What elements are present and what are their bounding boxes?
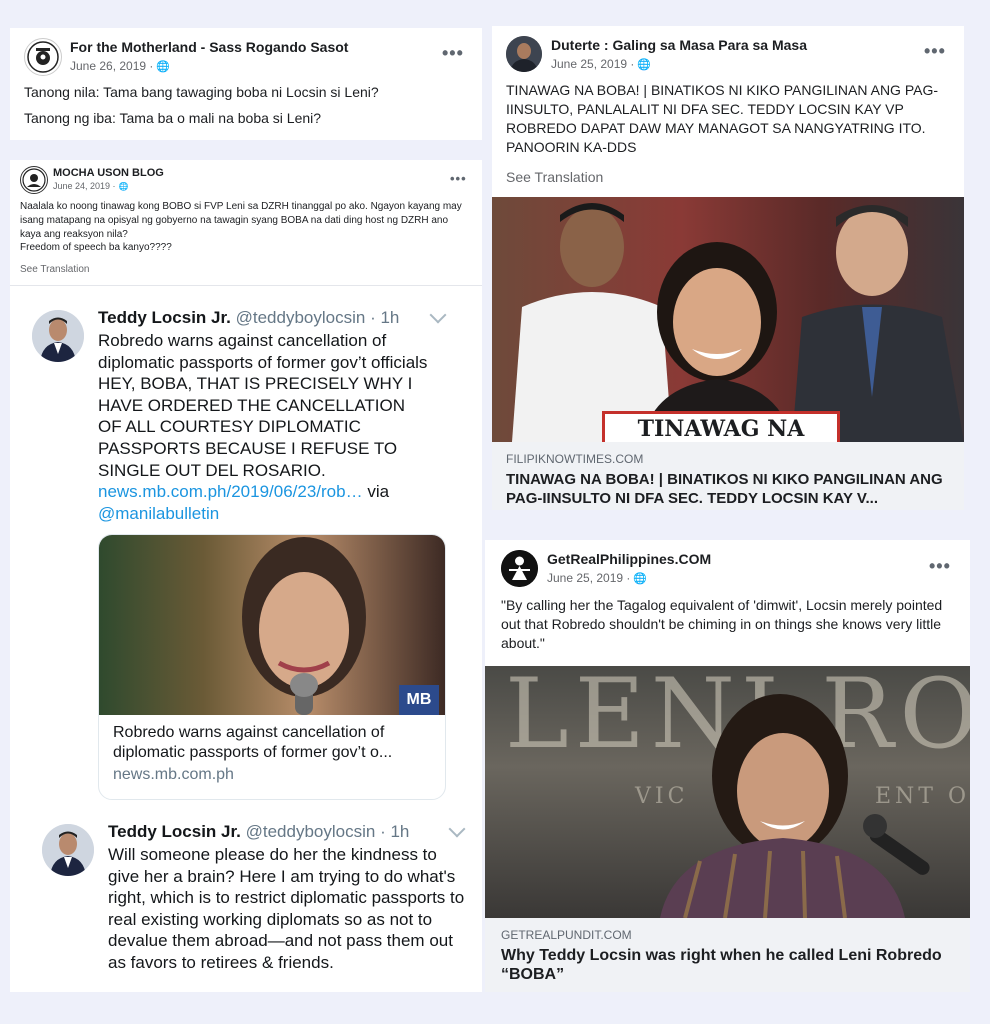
post-date-text: June 25, 2019 · [551, 57, 635, 71]
tweet-author[interactable]: Teddy Locsin Jr. @teddyboylocsin · 1h [108, 822, 409, 842]
mocha-logo-icon [22, 168, 46, 192]
post-getreal: GetRealPhilippines.COM June 25, 2019 · 🌐 … [485, 540, 970, 992]
tweet-author[interactable]: Teddy Locsin Jr. @teddyboylocsin · 1h [98, 308, 399, 328]
post-duterte: Duterte : Galing sa Masa Para sa Masa Ju… [492, 26, 964, 510]
page-avatar[interactable] [506, 36, 542, 72]
tweet-author-name: Teddy Locsin Jr. [108, 822, 241, 841]
more-options-icon[interactable]: ••• [450, 172, 467, 185]
link-domain: FILIPIKNOWTIMES.COM [506, 452, 644, 466]
globe-icon: 🌐 [156, 61, 171, 73]
post-date-text: June 26, 2019 · [70, 59, 154, 73]
post-date-text: June 25, 2019 · [547, 571, 631, 585]
post-date[interactable]: June 26, 2019 · 🌐 [70, 59, 170, 73]
link-preview-meta[interactable]: FILIPIKNOWTIMES.COM TINAWAG NA BOBA! | B… [492, 442, 964, 510]
page-name[interactable]: GetRealPhilippines.COM [547, 551, 711, 567]
tweet-text: Robredo warns against cancellation of di… [98, 330, 428, 524]
post-date-text: June 24, 2019 · [53, 181, 116, 191]
tweet-body: Robredo warns against cancellation of di… [98, 331, 428, 480]
post-text-line1: Tanong nila: Tama bang tawaging boba ni … [24, 84, 379, 100]
page-name[interactable]: For the Motherland - Sass Rogando Sasot [70, 39, 348, 55]
tweet-text: Will someone please do her the kindness … [108, 845, 465, 972]
tweet-via: via [362, 482, 390, 502]
post-text: "By calling her the Tagalog equivalent o… [501, 597, 943, 651]
globe-icon: 🌐 [637, 59, 652, 71]
headline-banner: TINAWAG NA BOBA! [602, 411, 840, 442]
link-preview-meta[interactable]: GETREALPUNDIT.COM Why Teddy Locsin was r… [485, 918, 970, 992]
motherland-logo-icon [27, 41, 59, 73]
globe-icon: 🌐 [118, 182, 129, 191]
page-avatar[interactable] [24, 38, 62, 76]
post-text-line2: Freedom of speech ba kanyo???? [20, 242, 172, 253]
page-avatar[interactable] [501, 550, 538, 587]
tweet-author-name: Teddy Locsin Jr. [98, 308, 231, 327]
card-title: Robredo warns against cancellation of di… [113, 724, 393, 761]
post-text-line2: Tanong ng iba: Tama ba o mali na boba si… [24, 110, 322, 126]
mb-logo-badge: MB [399, 685, 439, 715]
robredo-speech-photo [660, 694, 930, 918]
link-preview-image[interactable]: TINAWAG NA BOBA! [492, 197, 964, 442]
post-date[interactable]: June 25, 2019 · 🌐 [551, 57, 651, 71]
post-motherland: For the Motherland - Sass Rogando Sasot … [10, 28, 482, 140]
tweet-link-card[interactable]: MB Robredo warns against cancellation of… [98, 534, 446, 800]
page-name[interactable]: Duterte : Galing sa Masa Para sa Masa [551, 37, 807, 53]
article-photo: MB [99, 535, 445, 715]
post-text: TINAWAG NA BOBA! | BINATIKOS NI KIKO PAN… [506, 82, 939, 155]
page-name[interactable]: MOCHA USON BLOG [53, 167, 164, 179]
tweet-avatar[interactable] [42, 824, 94, 876]
tweet-mention[interactable]: @manilabulletin [98, 504, 219, 523]
robredo-photo [242, 537, 366, 715]
post-date[interactable]: June 24, 2019 · 🌐 [53, 181, 129, 191]
link-domain: GETREALPUNDIT.COM [501, 928, 632, 942]
divider [10, 285, 482, 286]
card-domain: news.mb.com.ph [113, 766, 234, 783]
link-title: Why Teddy Locsin was right when he calle… [501, 947, 942, 983]
globe-icon: 🌐 [633, 573, 648, 585]
more-options-icon[interactable]: ••• [924, 42, 946, 60]
page-avatar[interactable] [20, 166, 48, 194]
post-date[interactable]: June 25, 2019 · 🌐 [547, 571, 647, 585]
tweet-link[interactable]: news.mb.com.ph/2019/06/23/rob… [98, 482, 363, 501]
tweet-avatar[interactable] [32, 310, 84, 362]
link-preview-image[interactable]: LENI RO VIC ENT O [485, 666, 970, 918]
tweet-handle: @teddyboylocsin · 1h [235, 308, 400, 327]
person-avatar-icon [42, 824, 94, 876]
tweet-handle: @teddyboylocsin · 1h [245, 822, 410, 841]
person-avatar-icon [506, 36, 542, 72]
politicians-photo [512, 203, 964, 442]
post-text: Naalala ko noong tinawag kong BOBO si FV… [20, 201, 462, 240]
person-avatar-icon [32, 310, 84, 362]
link-title: TINAWAG NA BOBA! | BINATIKOS NI KIKO PAN… [506, 471, 943, 507]
more-options-icon[interactable]: ••• [929, 557, 951, 575]
post-mocha-uson: MOCHA USON BLOG June 24, 2019 · 🌐 ••• Naa… [10, 160, 482, 992]
getreal-logo-icon [501, 550, 538, 587]
chevron-down-icon[interactable] [429, 306, 447, 324]
see-translation-link[interactable]: See Translation [20, 264, 90, 275]
chevron-down-icon[interactable] [448, 820, 466, 838]
more-options-icon[interactable]: ••• [442, 44, 464, 62]
see-translation-link[interactable]: See Translation [506, 169, 603, 185]
